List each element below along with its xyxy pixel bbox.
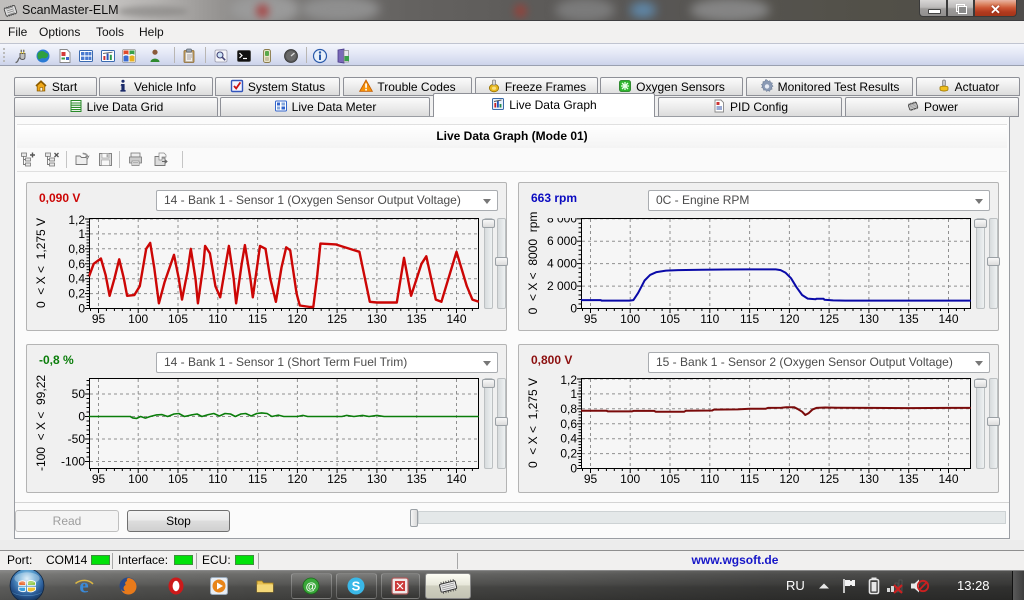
svg-text:115: 115 (740, 472, 759, 486)
svg-text:115: 115 (248, 472, 267, 486)
svg-text:1: 1 (78, 227, 85, 241)
svg-text:125: 125 (327, 312, 347, 326)
svg-text:130: 130 (859, 312, 879, 326)
svg-text:0,6: 0,6 (560, 417, 577, 431)
svg-text:0 < X < 8000 rpm: 0 < X < 8000 rpm (526, 212, 540, 315)
svg-text:0 < X < 1,275 V: 0 < X < 1,275 V (34, 218, 48, 308)
svg-text:0: 0 (570, 302, 577, 316)
svg-text:95: 95 (92, 312, 106, 326)
svg-text:120: 120 (287, 472, 307, 486)
svg-text:135: 135 (407, 312, 427, 326)
svg-text:115: 115 (248, 312, 267, 326)
svg-text:140: 140 (938, 472, 958, 486)
svg-text:95: 95 (584, 312, 598, 326)
svg-text:0: 0 (570, 462, 577, 476)
svg-text:105: 105 (168, 472, 188, 486)
svg-text:0: 0 (78, 302, 85, 316)
svg-text:140: 140 (446, 312, 466, 326)
svg-text:135: 135 (407, 472, 427, 486)
svg-text:120: 120 (287, 312, 307, 326)
svg-text:100: 100 (128, 472, 148, 486)
svg-text:100: 100 (620, 312, 640, 326)
svg-text:110: 110 (700, 312, 719, 326)
svg-text:0,4: 0,4 (68, 272, 85, 286)
svg-text:e: e (79, 575, 88, 597)
svg-text:6 000: 6 000 (547, 234, 577, 248)
svg-text:-100: -100 (61, 455, 85, 469)
svg-text:115: 115 (740, 312, 759, 326)
svg-text:95: 95 (584, 472, 598, 486)
svg-text:135: 135 (899, 312, 919, 326)
svg-text:1: 1 (570, 387, 577, 401)
svg-text:0: 0 (78, 410, 85, 424)
svg-text:1,2: 1,2 (560, 373, 577, 387)
svg-text:130: 130 (367, 312, 387, 326)
svg-text:130: 130 (859, 472, 879, 486)
svg-text:105: 105 (660, 472, 680, 486)
svg-text:0,2: 0,2 (68, 287, 85, 301)
svg-text:120: 120 (779, 312, 799, 326)
svg-text:100: 100 (620, 472, 640, 486)
svg-text:140: 140 (446, 472, 466, 486)
svg-text:50: 50 (72, 387, 86, 401)
svg-text:-50: -50 (68, 432, 86, 446)
svg-text:120: 120 (779, 472, 799, 486)
svg-text:105: 105 (660, 312, 680, 326)
svg-text:110: 110 (208, 472, 227, 486)
svg-text:110: 110 (700, 472, 719, 486)
svg-text:0,4: 0,4 (560, 432, 577, 446)
svg-text:4 000: 4 000 (547, 257, 577, 271)
svg-text:0,8: 0,8 (560, 402, 577, 416)
svg-text:1,2: 1,2 (68, 213, 85, 227)
svg-text:95: 95 (92, 472, 106, 486)
svg-text:125: 125 (819, 312, 839, 326)
svg-text:2 000: 2 000 (547, 279, 577, 293)
svg-text:135: 135 (899, 472, 919, 486)
svg-text:-100 < X < 99,22: -100 < X < 99,22 (34, 375, 48, 471)
svg-text:110: 110 (208, 312, 227, 326)
svg-text:0,6: 0,6 (68, 257, 85, 271)
svg-text:@: @ (306, 581, 317, 593)
svg-text:125: 125 (327, 472, 347, 486)
svg-text:140: 140 (938, 312, 958, 326)
svg-text:0,8: 0,8 (68, 242, 85, 256)
svg-text:S: S (352, 579, 361, 594)
svg-text:0,2: 0,2 (560, 447, 577, 461)
svg-text:125: 125 (819, 472, 839, 486)
svg-text:100: 100 (128, 312, 148, 326)
svg-text:105: 105 (168, 312, 188, 326)
svg-text:130: 130 (367, 472, 387, 486)
svg-text:0 < X < 1,275 V: 0 < X < 1,275 V (526, 378, 540, 468)
